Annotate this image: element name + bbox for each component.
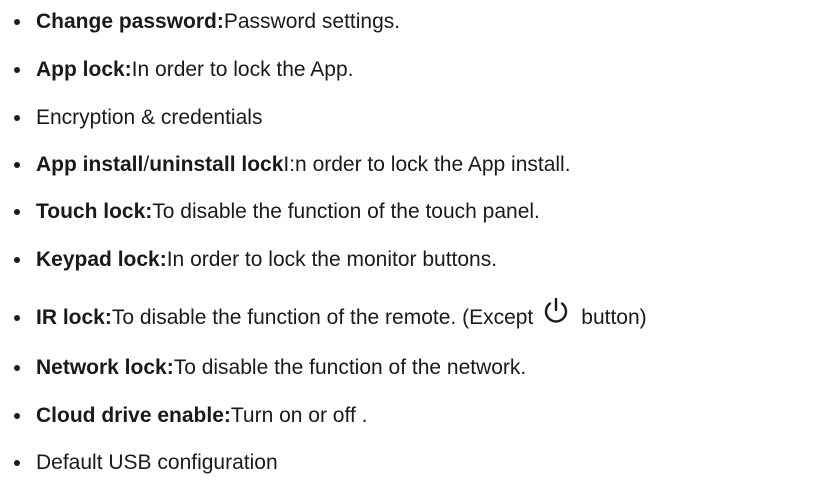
item-text: I:n order to lock the App install. bbox=[283, 153, 571, 176]
list-item-network-lock: Network lock: To disable the function of… bbox=[14, 353, 526, 383]
item-term: App lock: bbox=[36, 58, 132, 81]
power-icon bbox=[541, 296, 571, 326]
settings-list: Change password: Password settings. App … bbox=[0, 0, 831, 486]
item-term-2: uninstall lock bbox=[149, 153, 284, 176]
bullet-icon bbox=[14, 413, 20, 419]
bullet-icon bbox=[14, 257, 20, 263]
item-text: To disable the function of the network. bbox=[173, 356, 527, 379]
item-text: Encryption & credentials bbox=[36, 106, 263, 129]
list-item-touch-lock: Touch lock: To disable the function of t… bbox=[14, 197, 540, 227]
item-term: Keypad lock: bbox=[36, 248, 167, 271]
item-text: Turn on or off . bbox=[230, 404, 368, 427]
list-item-encryption-credentials: Encryption & credentials bbox=[14, 103, 262, 133]
bullet-icon bbox=[14, 209, 20, 215]
list-item-keypad-lock: Keypad lock: In order to lock the monito… bbox=[14, 245, 497, 275]
list-item-cloud-drive-enable: Cloud drive enable: Turn on or off . bbox=[14, 401, 367, 431]
bullet-icon bbox=[14, 365, 20, 371]
list-item-change-password: Change password: Password settings. bbox=[14, 7, 400, 37]
item-text: In order to lock the App. bbox=[131, 58, 354, 81]
item-term: IR lock: bbox=[36, 306, 112, 329]
item-term: Touch lock: bbox=[36, 200, 153, 223]
bullet-icon bbox=[14, 67, 20, 73]
list-item-default-usb-configuration: Default USB configuration bbox=[14, 448, 278, 478]
item-text: To disable the function of the remote. (… bbox=[111, 306, 534, 329]
item-text: Password settings. bbox=[223, 10, 401, 33]
item-term: Cloud drive enable: bbox=[36, 404, 231, 427]
list-item-app-lock: App lock: In order to lock the App. bbox=[14, 55, 353, 85]
item-text: Default USB configuration bbox=[36, 451, 278, 474]
bullet-icon bbox=[14, 315, 20, 321]
list-item-ir-lock: IR lock: To disable the function of the … bbox=[14, 297, 647, 333]
list-item-app-install-uninstall-lock: App install / uninstall lock I:n order to … bbox=[14, 150, 571, 180]
item-text: In order to lock the monitor buttons. bbox=[166, 248, 498, 271]
bullet-icon bbox=[14, 19, 20, 25]
item-term: Network lock: bbox=[36, 356, 174, 379]
item-text-after: button) bbox=[581, 306, 647, 329]
item-term: App install bbox=[36, 153, 144, 176]
item-text: To disable the function of the touch pan… bbox=[152, 200, 540, 223]
bullet-icon bbox=[14, 115, 20, 121]
bullet-icon bbox=[14, 460, 20, 466]
item-term: Change password: bbox=[36, 10, 224, 33]
bullet-icon bbox=[14, 162, 20, 168]
